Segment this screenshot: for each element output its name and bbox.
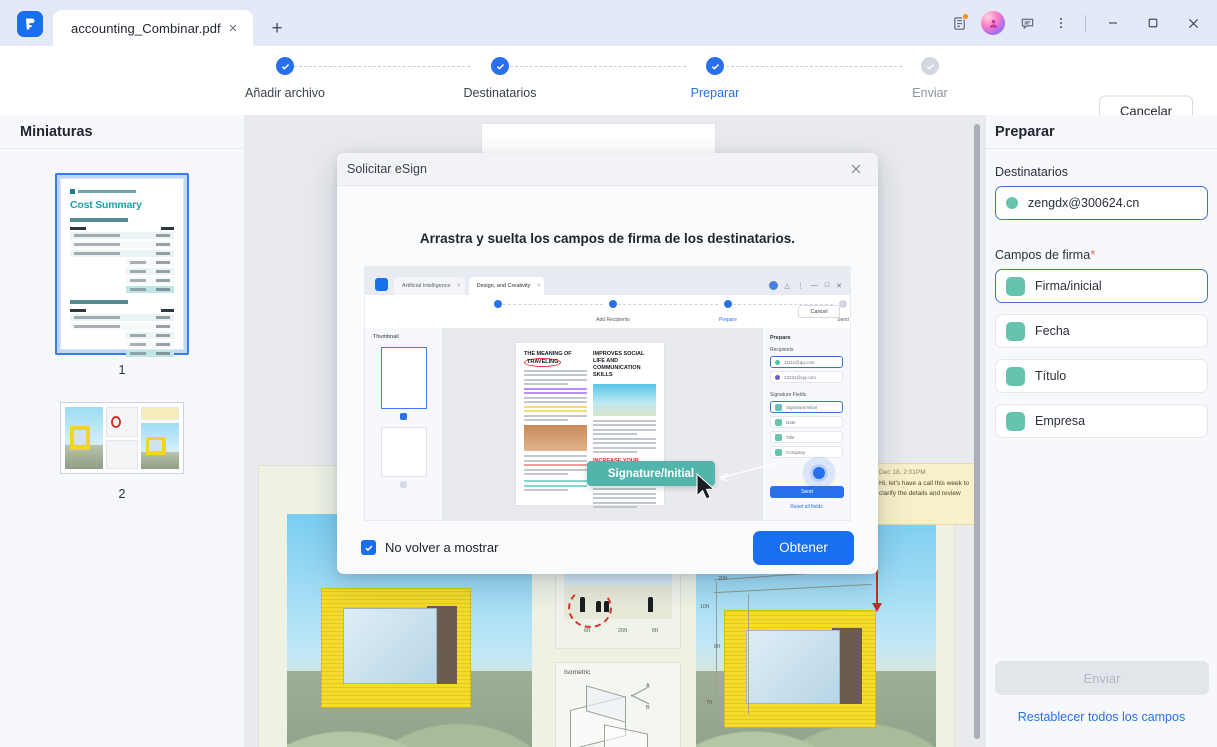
illus-signature-icon [775, 403, 782, 411]
illus-step-1 [443, 300, 553, 308]
illus-step-2: Add Recipients [558, 300, 668, 326]
illus-close-icon: ✕ [836, 282, 842, 290]
cursor-icon [696, 473, 716, 500]
illus-step-label: Prepare [719, 317, 737, 323]
illus-field-label: Date [786, 419, 796, 425]
illus-doc-col-left: THE MEANING OF TRAVELING [524, 351, 587, 497]
illus-doc-heading-2: IMPROVES SOCIAL LIFE AND COMMUNICATION S… [593, 351, 645, 379]
illus-tab-1: Artificial Intelligence × [394, 277, 465, 295]
illus-field-2: Date [770, 416, 843, 428]
illus-field-label: Signature/Initial [786, 404, 818, 410]
illus-minimize-icon: — [810, 282, 818, 289]
illus-page-num-1 [400, 413, 407, 420]
illus-bell-icon: △ [784, 282, 790, 290]
illus-recipient-1: 11111@qq.com [770, 356, 843, 368]
illus-step-label: Add Recipients [596, 317, 630, 323]
modal-footer: No volver a mostrar Obtener [337, 521, 878, 573]
illus-title-icon [775, 433, 782, 441]
illustration-image: Artificial Intelligence × Design, and Cr… [364, 266, 851, 521]
illus-reset-link: Reset all fields [790, 504, 823, 510]
app-window: accounting_Combinar.pdf × + Añadir archi… [0, 0, 1217, 747]
dont-show-again-checkbox[interactable] [361, 540, 376, 555]
illus-field-1: Signature/Initial [770, 401, 843, 413]
dont-show-again-label[interactable]: No volver a mostrar [385, 540, 498, 555]
illus-company-icon [775, 448, 782, 456]
modal-subtitle: Arrastra y suelta los campos de firma de… [419, 231, 796, 246]
illus-field-3: Title [770, 431, 843, 443]
illus-prepare-panel: Prepare Recipients 11111@qq.com 22222@qq… [762, 328, 850, 520]
illus-recipients-label: Recipients [770, 347, 794, 353]
illus-field-label: Company [786, 449, 806, 455]
illus-prepare-header: Prepare [770, 335, 791, 341]
illus-tab-label: Artificial Intelligence [402, 283, 451, 289]
illus-step-label: Send [837, 317, 849, 323]
illus-tab-2: Design, and Creativity × [468, 277, 545, 295]
illus-doc-image-2 [524, 425, 587, 452]
illus-cancel-button: Cancel [798, 305, 840, 318]
illus-titlebar-actions: △ ⋮ — □ ✕ [768, 281, 851, 295]
illus-stepper: Add Recipients Prepare Send Cancel [365, 295, 850, 328]
illus-recipient-dot-icon [775, 359, 780, 365]
illus-recipient-email: 22222@qq.com [784, 374, 816, 380]
close-icon[interactable] [844, 157, 868, 181]
modal-header: Solicitar eSign [337, 153, 878, 186]
close-icon: × [457, 283, 461, 289]
illus-main: Thumbnail THE MEANING OF TRAVELING IMPRO… [365, 328, 850, 520]
illus-drag-pulse-indicator [802, 456, 836, 490]
illus-app-logo-icon [375, 278, 388, 291]
modal-body: Arrastra y suelta los campos de firma de… [337, 186, 878, 521]
illus-recipient-email: 11111@qq.com [784, 359, 815, 365]
illus-tab-label: Design, and Creativity [476, 283, 531, 289]
illus-doc-heading-1b: TRAVELING [524, 358, 562, 368]
illus-maximize-icon: □ [824, 282, 830, 289]
illus-thumbnail-label: Thumbnail [373, 334, 399, 340]
illus-thumb-2 [380, 427, 427, 477]
illus-send-button: Send [770, 486, 844, 498]
illus-step-3: Prepare [673, 300, 783, 326]
illus-doc-heading-1: THE MEANING OF [524, 351, 572, 357]
illus-field-label: Title [786, 434, 795, 440]
leader-line [719, 461, 781, 481]
modal-title: Solicitar eSign [347, 162, 427, 176]
illus-fields-label: Signature Fields [770, 392, 807, 398]
illus-titlebar: Artificial Intelligence × Design, and Cr… [365, 267, 850, 295]
illus-page-num-2 [400, 481, 407, 488]
illus-doc-image-1 [593, 383, 656, 416]
illus-thumbnails-panel: Thumbnail [365, 328, 443, 520]
illus-field-4: Company [770, 446, 843, 458]
illus-thumb-1 [380, 347, 427, 409]
obtener-button[interactable]: Obtener [753, 530, 854, 565]
illus-avatar-icon [768, 281, 778, 290]
illus-recipient-dot-icon [775, 374, 780, 380]
illus-date-icon [775, 418, 782, 426]
illus-recipient-2: 22222@qq.com [770, 371, 843, 383]
illus-more-icon: ⋮ [796, 282, 804, 290]
esign-modal: Solicitar eSign Arrastra y suelta los ca… [337, 153, 878, 574]
close-icon: × [536, 283, 541, 289]
